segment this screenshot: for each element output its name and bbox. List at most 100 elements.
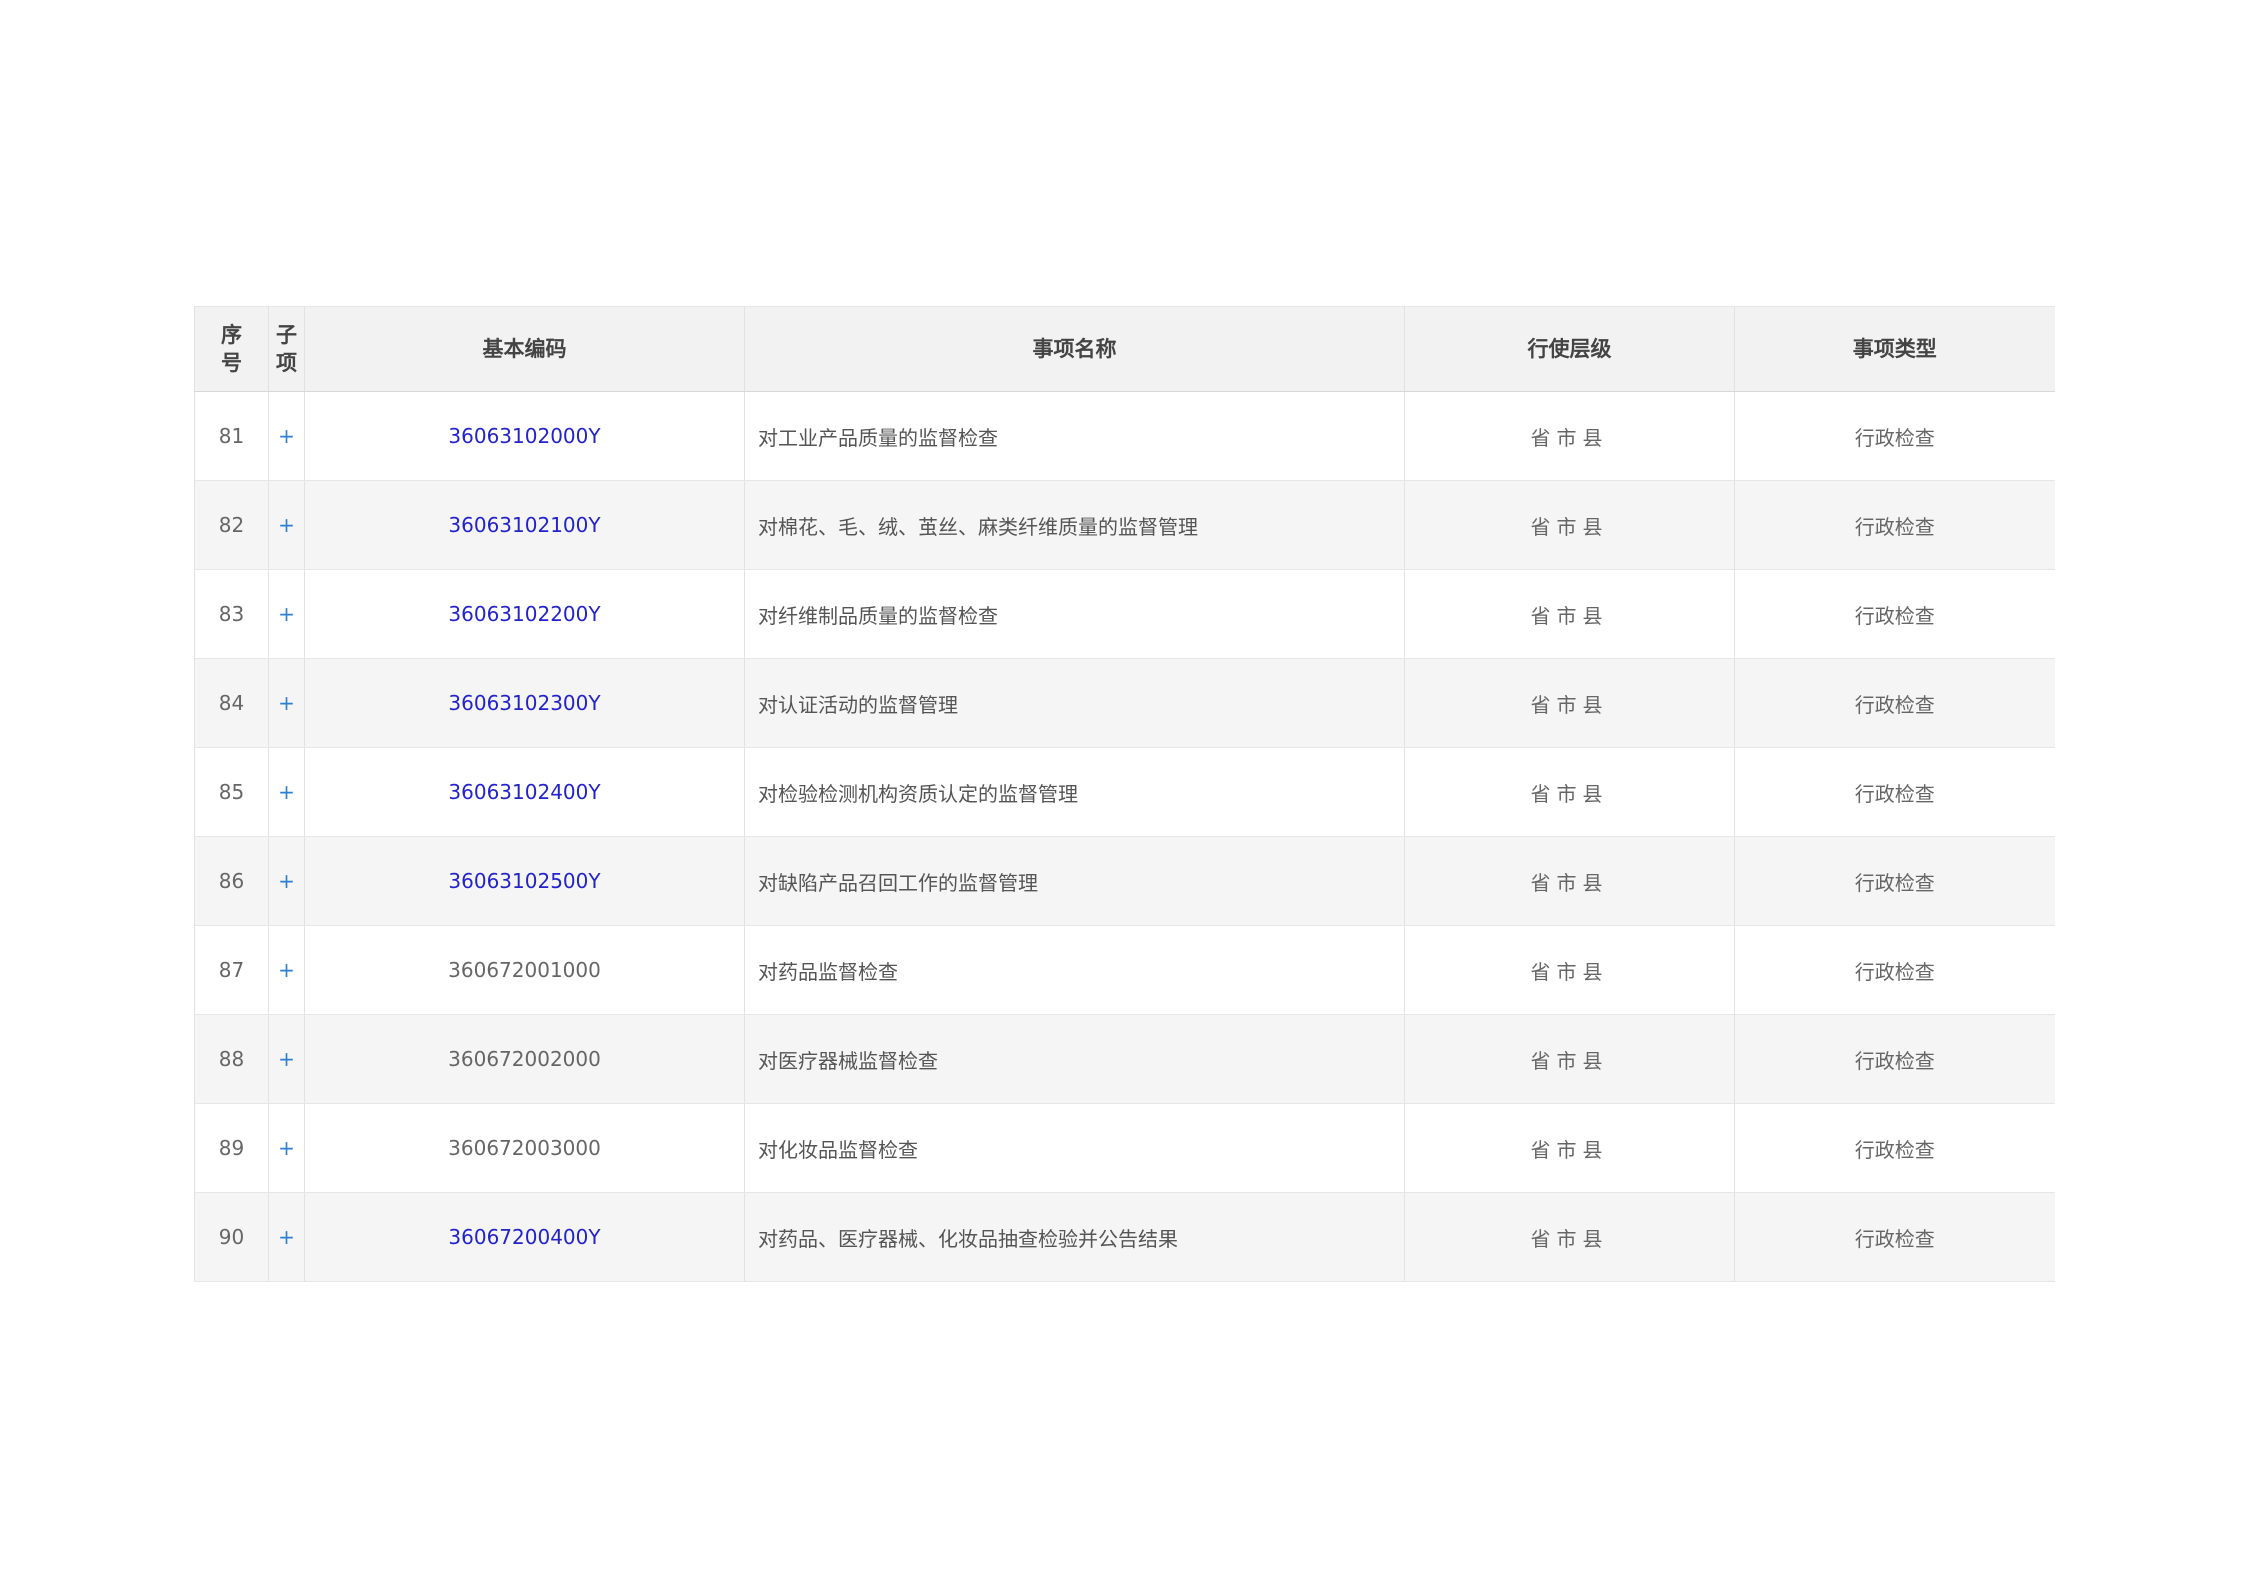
expand-plus-icon[interactable]: + [278,958,295,982]
row-sub-cell: + [268,1014,305,1104]
row-sub-cell: + [268,836,305,926]
row-type: 行政检查 [1734,747,2055,837]
row-item-name: 对棉花、毛、绒、茧丝、麻类纤维质量的监督管理 [744,480,1405,570]
header-seq: 序 号 [194,306,269,392]
items-table-container: 序 号 子 项 基本编码 事项名称 行使层级 事项类型 81 +360631020… [194,306,2055,1282]
table-row: 82 +36063102100Y 对棉花、毛、绒、茧丝、麻类纤维质量的监督管理 省市县… [194,480,2055,570]
row-code-cell: 36067200400Y [304,1192,745,1282]
code-link[interactable]: 36063102000Y [448,424,600,448]
row-seq: 82 [194,480,269,570]
header-sub: 子 项 [268,306,305,392]
row-code-cell: 36063102300Y [304,658,745,748]
row-level: 省市县 [1404,658,1735,748]
row-item-name: 对药品监督检查 [744,925,1405,1015]
expand-plus-icon[interactable]: + [278,1047,295,1071]
header-seq-line2: 号 [221,351,242,375]
expand-plus-icon[interactable]: + [278,602,295,626]
expand-plus-icon[interactable]: + [278,780,295,804]
row-item-name: 对药品、医疗器械、化妆品抽查检验并公告结果 [744,1192,1405,1282]
expand-plus-icon[interactable]: + [278,691,295,715]
header-sub-line1: 子 [276,323,297,347]
table-row: 81 +36063102000Y 对工业产品质量的监督检查 省市县 行政检查 [194,391,2055,481]
row-seq: 89 [194,1103,269,1193]
row-level: 省市县 [1404,569,1735,659]
row-sub-cell: + [268,569,305,659]
header-name: 事项名称 [744,306,1405,392]
row-item-name: 对化妆品监督检查 [744,1103,1405,1193]
expand-plus-icon[interactable]: + [278,1136,295,1160]
row-item-name: 对纤维制品质量的监督检查 [744,569,1405,659]
row-type: 行政检查 [1734,391,2055,481]
code-link[interactable]: 36063102300Y [448,691,600,715]
row-code-cell: 360672002000 [304,1014,745,1104]
table-row: 86 +36063102500Y 对缺陷产品召回工作的监督管理 省市县 行政检查 [194,836,2055,926]
code-text: 360672002000 [448,1047,601,1071]
row-code-cell: 36063102500Y [304,836,745,926]
row-code-cell: 36063102200Y [304,569,745,659]
expand-plus-icon[interactable]: + [278,513,295,537]
row-level: 省市县 [1404,1014,1735,1104]
row-seq: 84 [194,658,269,748]
header-type: 事项类型 [1734,306,2055,392]
row-code-cell: 36063102100Y [304,480,745,570]
row-item-name: 对认证活动的监督管理 [744,658,1405,748]
row-seq: 88 [194,1014,269,1104]
row-level: 省市县 [1404,747,1735,837]
code-link[interactable]: 36063102500Y [448,869,600,893]
row-seq: 85 [194,747,269,837]
row-level: 省市县 [1404,480,1735,570]
code-link[interactable]: 36063102200Y [448,602,600,626]
table-body: 81 +36063102000Y 对工业产品质量的监督检查 省市县 行政检查 82 +360… [194,391,2055,1282]
row-level: 省市县 [1404,836,1735,926]
row-type: 行政检查 [1734,925,2055,1015]
header-code: 基本编码 [304,306,745,392]
row-type: 行政检查 [1734,1103,2055,1193]
row-sub-cell: + [268,925,305,1015]
header-sub-line2: 项 [276,351,297,375]
row-seq: 86 [194,836,269,926]
row-seq: 83 [194,569,269,659]
row-type: 行政检查 [1734,480,2055,570]
row-code-cell: 360672003000 [304,1103,745,1193]
code-link[interactable]: 36067200400Y [448,1225,600,1249]
table-row: 85 +36063102400Y 对检验检测机构资质认定的监督管理 省市县 行政检查 [194,747,2055,837]
row-code-cell: 36063102000Y [304,391,745,481]
row-sub-cell: + [268,747,305,837]
row-type: 行政检查 [1734,1014,2055,1104]
row-seq: 87 [194,925,269,1015]
row-seq: 90 [194,1192,269,1282]
row-type: 行政检查 [1734,836,2055,926]
row-code-cell: 36063102400Y [304,747,745,837]
table-row: 89 +360672003000 对化妆品监督检查 省市县 行政检查 [194,1103,2055,1193]
row-level: 省市县 [1404,1192,1735,1282]
table-row: 87 +360672001000 对药品监督检查 省市县 行政检查 [194,925,2055,1015]
row-sub-cell: + [268,480,305,570]
table-header-row: 序 号 子 项 基本编码 事项名称 行使层级 事项类型 [194,306,2055,392]
row-sub-cell: + [268,1192,305,1282]
row-type: 行政检查 [1734,1192,2055,1282]
row-level: 省市县 [1404,391,1735,481]
table-row: 90 +36067200400Y 对药品、医疗器械、化妆品抽查检验并公告结果 省市县行… [194,1192,2055,1282]
expand-plus-icon[interactable]: + [278,1225,295,1249]
row-item-name: 对检验检测机构资质认定的监督管理 [744,747,1405,837]
header-seq-line1: 序 [221,323,242,347]
header-level: 行使层级 [1404,306,1735,392]
code-link[interactable]: 36063102100Y [448,513,600,537]
code-link[interactable]: 36063102400Y [448,780,600,804]
row-sub-cell: + [268,391,305,481]
row-sub-cell: + [268,658,305,748]
row-item-name: 对医疗器械监督检查 [744,1014,1405,1104]
row-item-name: 对缺陷产品召回工作的监督管理 [744,836,1405,926]
row-type: 行政检查 [1734,569,2055,659]
table-row: 83 +36063102200Y 对纤维制品质量的监督检查 省市县 行政检查 [194,569,2055,659]
row-seq: 81 [194,391,269,481]
row-type: 行政检查 [1734,658,2055,748]
items-table: 序 号 子 项 基本编码 事项名称 行使层级 事项类型 81 +360631020… [194,306,2055,1282]
row-level: 省市县 [1404,925,1735,1015]
expand-plus-icon[interactable]: + [278,424,295,448]
row-item-name: 对工业产品质量的监督检查 [744,391,1405,481]
row-level: 省市县 [1404,1103,1735,1193]
table-row: 88 +360672002000 对医疗器械监督检查 省市县 行政检查 [194,1014,2055,1104]
expand-plus-icon[interactable]: + [278,869,295,893]
table-row: 84 +36063102300Y 对认证活动的监督管理 省市县 行政检查 [194,658,2055,748]
